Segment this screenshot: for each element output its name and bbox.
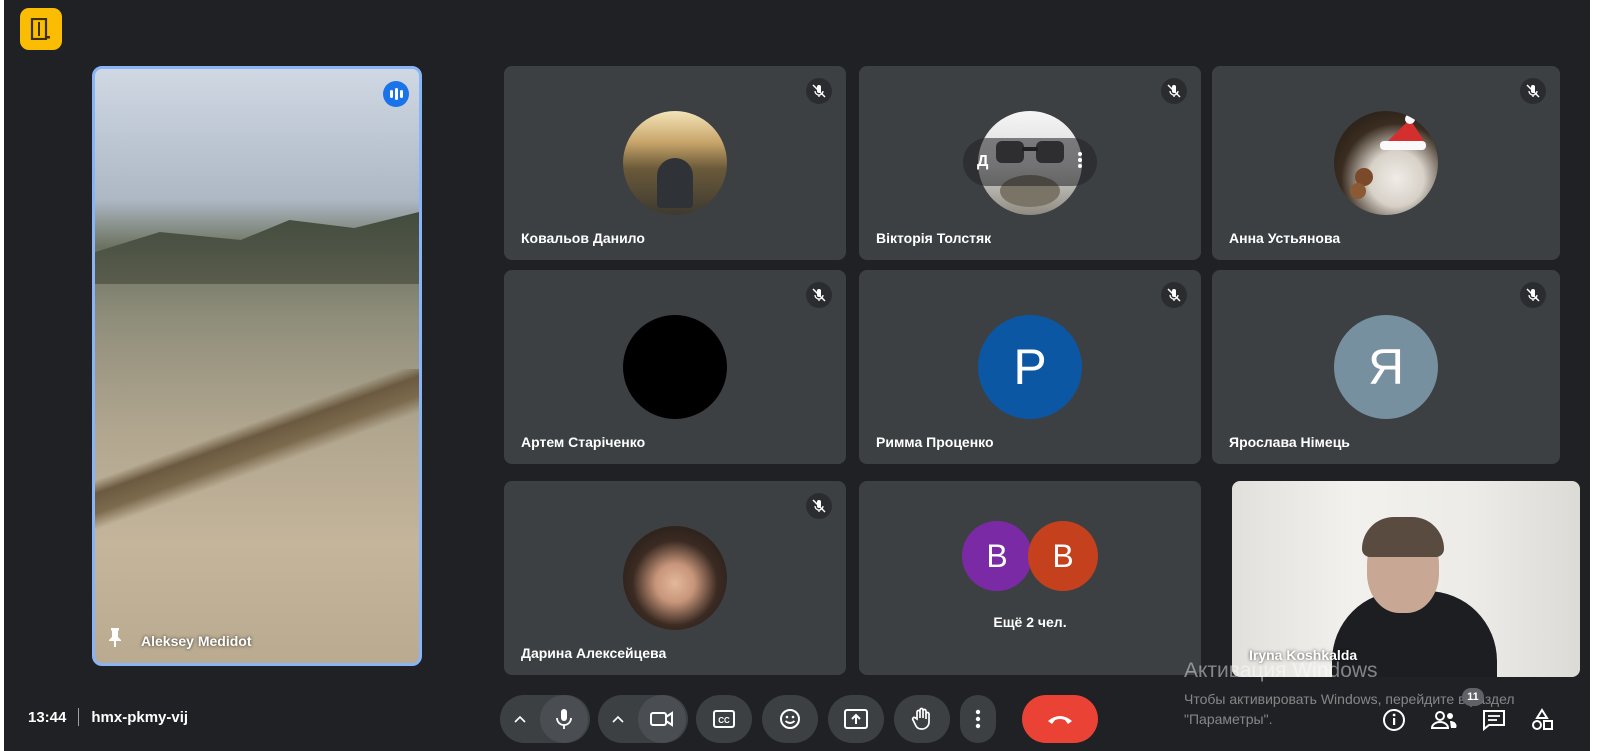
meet-window: Aleksey Medidot Ковальов Данило Д Віктор… [4,0,1590,751]
others-avatars: В В [962,521,1098,591]
divider [78,708,80,726]
avatar [623,111,727,215]
meeting-details: 13:44 hmx-pkmy-vij [28,708,188,726]
participant-tile[interactable]: Д Вікторія Толстяк [859,66,1201,260]
people-button[interactable] [1428,704,1460,736]
mic-control-group [500,695,590,743]
hangup-icon [1048,716,1072,724]
participant-tile[interactable]: Я Ярослава Німець [1212,270,1560,464]
participant-tile[interactable]: Р Римма Проценко [859,270,1201,464]
participant-tile[interactable]: Артем Старіченко [504,270,846,464]
avatar: В [1028,521,1098,591]
mic-button[interactable] [540,695,588,743]
mic-icon [556,709,572,729]
chevron-up-icon[interactable] [502,695,538,743]
captions-icon: CC [713,710,735,728]
participant-name: Римма Проценко [876,434,994,450]
emoji-icon [780,709,800,729]
overlay-letter: Д [977,153,989,170]
info-icon [1383,709,1405,731]
mic-off-icon [1520,78,1546,104]
emoji-button[interactable] [762,695,818,743]
mic-off-icon [806,78,832,104]
activities-icon [1532,708,1553,730]
leave-call-button[interactable] [1022,695,1098,743]
present-button[interactable] [828,695,884,743]
door-icon [30,18,50,40]
santa-hat-icon [1350,114,1426,199]
participant-name: Вікторія Толстяк [876,230,992,246]
people-icon [1431,711,1457,729]
chevron-up-icon[interactable] [600,695,636,743]
camera-icon [650,711,673,727]
chat-button[interactable] [1478,704,1510,736]
mic-off-icon [1161,78,1187,104]
camera-button[interactable] [638,695,686,743]
participant-tile[interactable]: Анна Устьянова [1212,66,1560,260]
mic-off-icon [806,493,832,519]
avatar [1334,111,1438,215]
avatar [623,315,727,419]
others-tile[interactable]: В В Ещё 2 чел. [859,481,1201,675]
app-logo[interactable] [20,8,62,50]
svg-text:CC: CC [718,716,730,725]
captions-button[interactable]: CC [696,695,752,743]
participant-name: Дарина Алексейцева [521,645,667,661]
more-icon [975,709,981,729]
mic-off-icon [806,282,832,308]
more-options-button[interactable] [960,695,996,743]
mic-off-icon [1161,282,1187,308]
activities-button[interactable] [1526,704,1558,736]
camera-control-group [598,695,688,743]
avatar: Я [1334,315,1438,419]
speaking-indicator-icon [383,81,409,107]
avatar: Р [978,315,1082,419]
raise-hand-button[interactable] [894,695,950,743]
meeting-time: 13:44 [28,708,67,726]
more-vert-icon[interactable] [1077,151,1083,174]
hover-controls[interactable]: Д [963,138,1097,186]
participant-name: Артем Старіченко [521,434,646,450]
others-count-label: Ещё 2 чел. [993,614,1067,630]
pinned-name: Aleksey Medidot [141,633,252,649]
pin-icon[interactable] [105,626,125,653]
participant-name: Ковальов Данило [521,230,645,246]
activation-title: Активация Windows [1184,659,1378,682]
participant-tile[interactable]: Дарина Алексейцева [504,481,846,675]
raise-hand-icon [911,707,930,730]
avatar: В [962,521,1032,591]
participant-name: Ярослава Німець [1229,434,1350,450]
mic-off-icon [1520,282,1546,308]
self-video-tile[interactable]: Iryna Koshkalda [1232,481,1580,677]
meeting-code: hmx-pkmy-vij [91,708,189,726]
meeting-info-button[interactable] [1378,704,1410,736]
present-icon [844,709,868,729]
pinned-video-tile[interactable]: Aleksey Medidot [92,66,422,666]
chat-icon [1483,710,1505,731]
avatar [623,526,727,630]
participant-name: Анна Устьянова [1229,230,1341,246]
participant-tile[interactable]: Ковальов Данило [504,66,846,260]
